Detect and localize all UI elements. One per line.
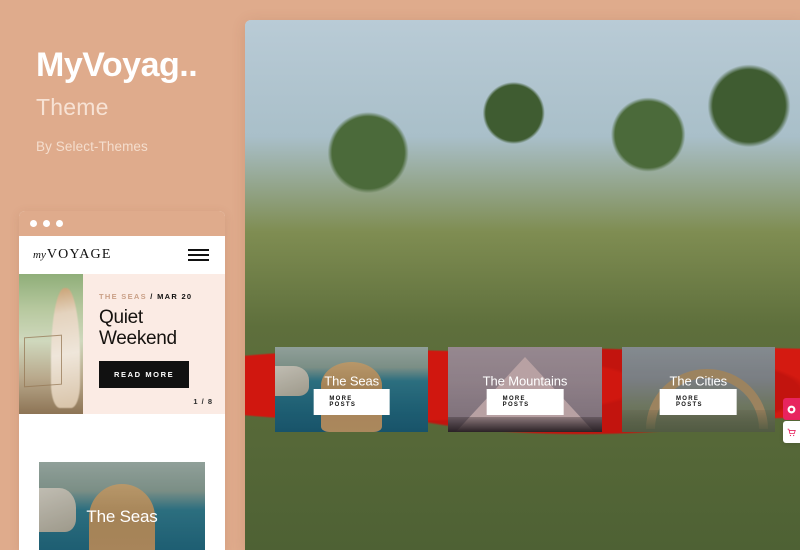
promo-subtitle: Theme <box>36 93 109 120</box>
promo-author: By Select-Themes <box>36 138 148 154</box>
category-card-mountains[interactable]: The Mountains MORE POSTS <box>448 347 602 432</box>
demo-switcher-button[interactable] <box>783 398 800 420</box>
mobile-preview-mockup: myVOYAGE THE SEAS / MAR 20 Quiet Weekend… <box>19 211 225 550</box>
mobile-hero-meta: THE SEAS / MAR 20 <box>99 292 213 301</box>
logo-main-text: VOYAGE <box>46 247 112 262</box>
mobile-hero-title: Quiet Weekend <box>99 307 177 350</box>
more-posts-button[interactable]: MORE POSTS <box>486 389 564 415</box>
mobile-browser-chrome <box>19 211 225 236</box>
hero-slide-next[interactable] <box>245 20 800 550</box>
shopping-cart-button[interactable] <box>783 421 800 443</box>
mobile-hero-image <box>19 274 83 414</box>
category-cards: The Seas MORE POSTS The Mountains MORE P… <box>245 347 800 432</box>
hero-slider: THE SEAS / MAR 20 Quiet Weekend READ MOR… <box>245 20 800 550</box>
mobile-read-more-button[interactable]: READ MORE <box>99 360 190 388</box>
desktop-preview-mockup: CONTACT US NEWSLETTER <box>245 20 800 550</box>
mobile-hero-content: THE SEAS / MAR 20 Quiet Weekend READ MOR… <box>83 274 225 414</box>
more-posts-button[interactable]: MORE POSTS <box>313 389 390 415</box>
mobile-hero-category[interactable]: THE SEAS <box>99 292 147 301</box>
shopping-cart-icon <box>787 428 796 436</box>
hero-separator: / <box>146 292 158 301</box>
mobile-hero-date: MAR 20 <box>157 292 193 301</box>
mobile-category-label: The Seas <box>86 507 158 527</box>
category-label: The Cities <box>669 373 728 389</box>
mobile-hero-slider: THE SEAS / MAR 20 Quiet Weekend READ MOR… <box>19 274 225 414</box>
window-dot-maximize <box>56 220 63 227</box>
hamburger-menu-icon[interactable] <box>188 249 209 261</box>
mobile-site-logo[interactable]: myVOYAGE <box>33 247 112 263</box>
window-dot-close <box>30 220 37 227</box>
demo-switcher-icon <box>787 405 796 413</box>
category-label: The Mountains <box>482 373 568 389</box>
mobile-spacer <box>19 414 225 462</box>
mobile-category-card-seas[interactable]: The Seas <box>39 462 205 550</box>
category-card-cities[interactable]: The Cities MORE POSTS <box>621 347 775 432</box>
page-title: MyVoyag.. <box>36 46 198 84</box>
more-posts-button[interactable]: MORE POSTS <box>659 389 737 415</box>
mobile-site-header: myVOYAGE <box>19 236 225 274</box>
logo-script-text: my <box>33 249 46 261</box>
mobile-slide-counter: 1 / 8 <box>193 397 213 406</box>
category-label: The Seas <box>324 373 380 389</box>
category-card-seas[interactable]: The Seas MORE POSTS <box>275 347 429 432</box>
window-dot-minimize <box>43 220 50 227</box>
